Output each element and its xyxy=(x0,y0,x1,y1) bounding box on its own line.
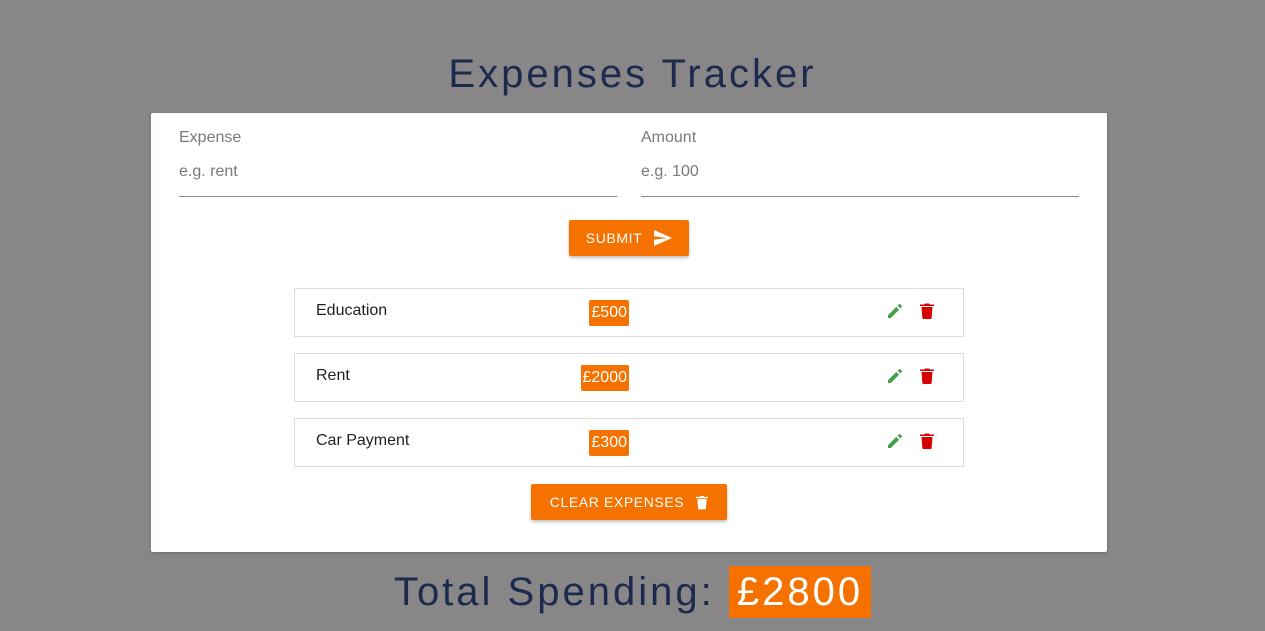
expense-amount-badge: £300 xyxy=(589,430,629,456)
trash-icon xyxy=(920,433,934,449)
total-spending-amount: £2800 xyxy=(728,566,872,618)
edit-button[interactable] xyxy=(885,301,905,321)
send-icon xyxy=(654,230,673,246)
expense-field-label: Expense xyxy=(179,129,242,146)
app-title: Expenses Tracker xyxy=(448,52,817,96)
expense-amount-badge: £500 xyxy=(589,300,629,326)
amount-input[interactable] xyxy=(641,161,1079,183)
edit-button[interactable] xyxy=(885,366,905,386)
submit-button-label: Submit xyxy=(585,230,643,246)
edit-button[interactable] xyxy=(885,431,905,451)
amount-field: Amount xyxy=(641,129,1079,197)
delete-button[interactable] xyxy=(917,366,937,386)
page: Expenses Tracker Expense Amount Submit E… xyxy=(0,0,1265,631)
total-spending-label: Total Spending: xyxy=(393,570,715,614)
expense-form-card: Expense Amount Submit Education £500 xyxy=(151,113,1107,552)
clear-expenses-button[interactable]: Clear Expenses xyxy=(531,484,727,520)
amount-field-label: Amount xyxy=(641,129,697,146)
expense-name: Education xyxy=(316,302,388,319)
expense-amount-badge: £2000 xyxy=(580,365,629,391)
expense-name: Rent xyxy=(316,367,350,384)
expense-item: Education £500 xyxy=(294,288,964,337)
expense-item: Rent £2000 xyxy=(294,353,964,402)
clear-expenses-label: Clear Expenses xyxy=(549,494,685,510)
pencil-icon xyxy=(888,433,903,448)
expense-list: Education £500 Rent £2000 Car Payment £3… xyxy=(294,288,964,483)
expense-name: Car Payment xyxy=(316,432,410,449)
total-spending: Total Spending: £2800 xyxy=(0,566,1265,618)
expense-input[interactable] xyxy=(179,161,617,183)
trash-icon xyxy=(920,368,934,384)
trash-icon xyxy=(696,495,709,509)
submit-button[interactable]: Submit xyxy=(569,220,689,256)
expense-item: Car Payment £300 xyxy=(294,418,964,467)
delete-button[interactable] xyxy=(917,301,937,321)
delete-button[interactable] xyxy=(917,431,937,451)
pencil-icon xyxy=(888,303,903,318)
pencil-icon xyxy=(888,368,903,383)
expense-field: Expense xyxy=(179,129,617,197)
trash-icon xyxy=(920,303,934,319)
